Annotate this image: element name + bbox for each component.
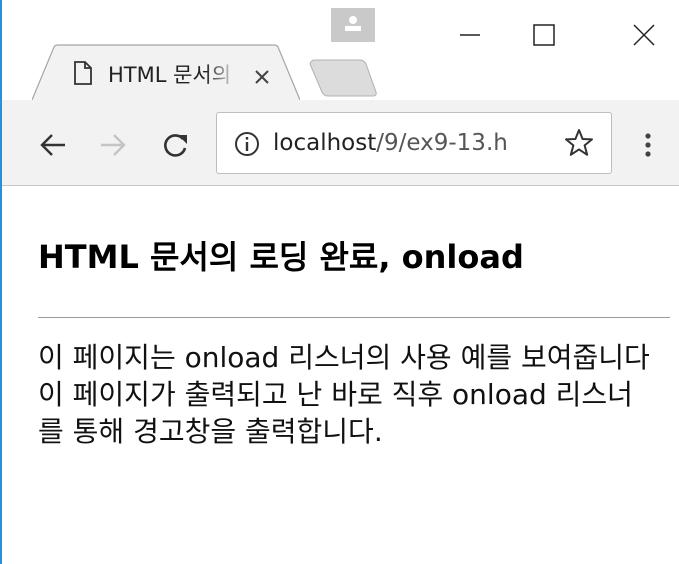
close-window-button[interactable] — [624, 14, 664, 54]
tab-close-icon[interactable] — [251, 66, 273, 88]
url-host: localhost — [273, 130, 377, 156]
minimize-icon — [460, 34, 480, 36]
arrow-left-icon[interactable] — [36, 128, 70, 162]
star-icon[interactable] — [563, 127, 595, 159]
active-tab[interactable]: HTML 문서의 로딩 완료, onload — [32, 44, 300, 100]
minimize-button[interactable] — [450, 14, 490, 54]
profile-icon — [345, 16, 361, 31]
page-paragraph: 이 페이지는 onload 리스너의 사용 예를 보여줍니다 이 페이지가 출력… — [38, 341, 650, 448]
address-bar[interactable]: localhost/9/ex9-13.h — [216, 112, 612, 174]
url-path: /9/ex9-13.h — [376, 130, 508, 156]
page-heading: HTML 문서의 로딩 완료, onload — [38, 238, 524, 276]
page-content: HTML 문서의 로딩 완료, onload 이 페이지는 onload 리스너… — [2, 186, 679, 564]
maximize-icon — [533, 24, 555, 46]
browser-toolbar: localhost/9/ex9-13.h — [2, 100, 679, 186]
title-bar: HTML 문서의 로딩 완료, onload — [2, 0, 679, 100]
new-tab-button[interactable] — [302, 56, 382, 100]
close-icon — [633, 24, 655, 46]
reload-icon[interactable] — [158, 128, 192, 162]
more-vertical-icon[interactable] — [638, 128, 658, 162]
maximize-button[interactable] — [524, 14, 564, 54]
arrow-right-icon[interactable] — [96, 128, 130, 162]
profile-button[interactable] — [331, 8, 375, 42]
divider — [38, 317, 670, 318]
url-text[interactable]: localhost/9/ex9-13.h — [273, 126, 508, 160]
info-icon[interactable] — [233, 130, 261, 158]
browser-window: HTML 문서의 로딩 완료, onload — [0, 0, 679, 564]
document-icon — [74, 61, 92, 85]
tab-title: HTML 문서의 로딩 완료, onload — [108, 63, 238, 87]
